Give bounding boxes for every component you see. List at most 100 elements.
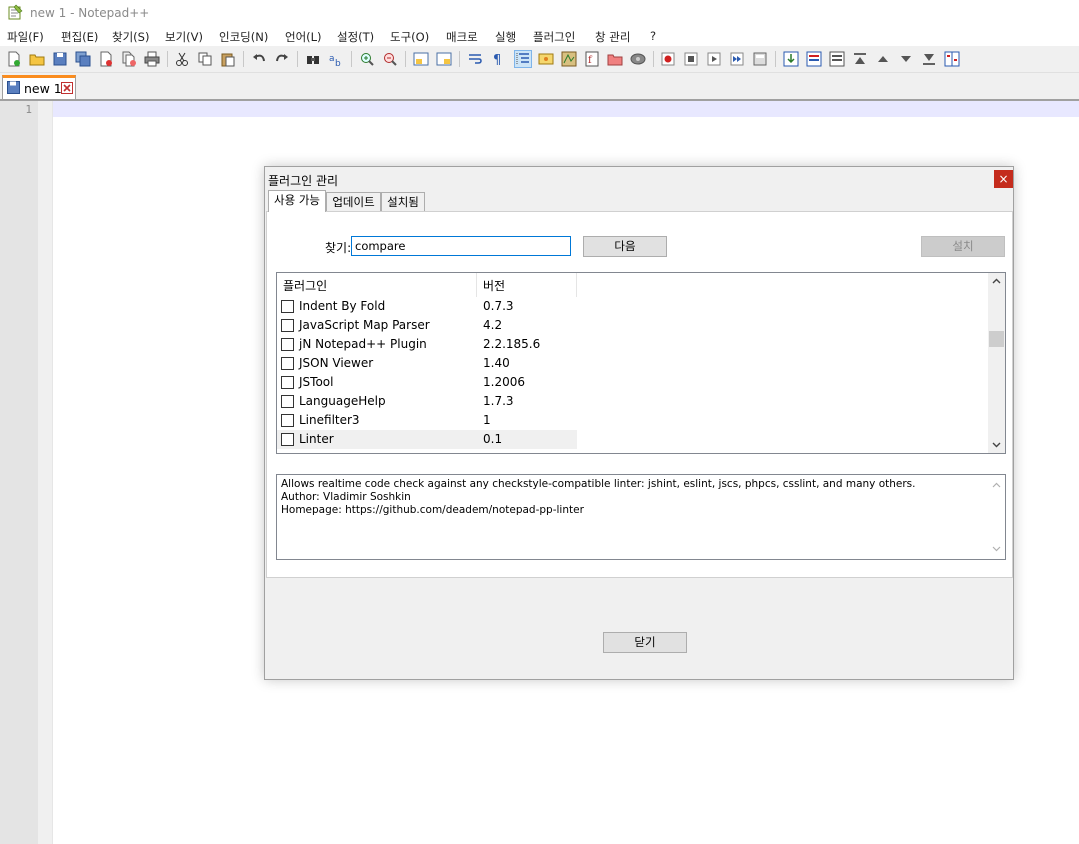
- tab-new-1[interactable]: new 1: [2, 75, 76, 99]
- toolbar-separator: [297, 51, 298, 67]
- cut-icon[interactable]: [174, 51, 190, 67]
- column-divider: [476, 273, 477, 297]
- tab-available[interactable]: 사용 가능: [268, 190, 326, 212]
- plugin-tool-1-icon[interactable]: [783, 51, 799, 67]
- record-macro-icon[interactable]: [660, 51, 676, 67]
- save-macro-icon[interactable]: [752, 51, 768, 67]
- plugin-name: Linter: [299, 432, 334, 446]
- indent-guide-icon[interactable]: [514, 50, 532, 68]
- plugin-name: Linefilter3: [299, 413, 360, 427]
- plugin-tool-3-icon[interactable]: [829, 51, 845, 67]
- plugin-version: 1.2006: [483, 375, 525, 389]
- run-macro-multiple-icon[interactable]: [729, 51, 745, 67]
- plugin-list[interactable]: 플러그인 버전 Indent By Fold 0.7.3 JavaScript …: [276, 272, 1006, 454]
- list-item-selected[interactable]: Linter 0.1: [277, 430, 577, 449]
- save-icon[interactable]: [52, 51, 68, 67]
- dialog-close-icon[interactable]: ×: [994, 170, 1013, 188]
- list-item[interactable]: JSTool 1.2006: [277, 373, 577, 392]
- install-button[interactable]: 설치: [921, 236, 1005, 257]
- tab-updates[interactable]: 업데이트: [326, 192, 381, 212]
- prev-diff-icon[interactable]: [875, 51, 891, 67]
- function-list-icon[interactable]: f: [584, 51, 600, 67]
- close-tab-icon[interactable]: [61, 82, 73, 94]
- paste-icon[interactable]: [220, 51, 236, 67]
- sync-vertical-icon[interactable]: [413, 51, 429, 67]
- close-file-icon[interactable]: [98, 51, 114, 67]
- menu-view[interactable]: 보기(V): [165, 29, 203, 45]
- tab-installed[interactable]: 설치됨: [381, 192, 425, 212]
- scroll-up-icon[interactable]: [988, 273, 1005, 290]
- column-header-plugin[interactable]: 플러그인: [283, 277, 327, 294]
- list-header: 플러그인 버전: [277, 273, 577, 297]
- plugin-checkbox[interactable]: [281, 414, 294, 427]
- plugin-checkbox[interactable]: [281, 319, 294, 332]
- next-button[interactable]: 다음: [583, 236, 667, 257]
- zoom-out-icon[interactable]: [382, 51, 398, 67]
- plugin-name: jN Notepad++ Plugin: [299, 337, 427, 351]
- notepad-app-icon: [8, 4, 23, 20]
- menu-search[interactable]: 찾기(S): [112, 29, 149, 45]
- compare-panel-icon[interactable]: [944, 51, 960, 67]
- menu-window[interactable]: 창 관리: [595, 29, 630, 45]
- column-header-version[interactable]: 버전: [483, 277, 505, 294]
- menu-settings[interactable]: 설정(T): [337, 29, 374, 45]
- plugin-version: 4.2: [483, 318, 503, 332]
- list-item[interactable]: JSON Viewer 1.40: [277, 354, 577, 373]
- plugin-checkbox[interactable]: [281, 338, 294, 351]
- new-file-icon[interactable]: [6, 51, 22, 67]
- line-number-gutter: 1: [0, 101, 38, 844]
- next-diff-icon[interactable]: [898, 51, 914, 67]
- toolbar-separator: [775, 51, 776, 67]
- menu-macro[interactable]: 매크로: [446, 29, 478, 45]
- close-button[interactable]: 닫기: [603, 632, 687, 653]
- plugin-name: Indent By Fold: [299, 299, 386, 313]
- stop-macro-icon[interactable]: [683, 51, 699, 67]
- monitoring-icon[interactable]: [630, 51, 646, 67]
- word-wrap-icon[interactable]: [467, 51, 483, 67]
- plugin-checkbox[interactable]: [281, 300, 294, 313]
- open-file-icon[interactable]: [29, 51, 45, 67]
- scroll-down-icon[interactable]: [988, 436, 1005, 453]
- search-input[interactable]: [351, 236, 571, 256]
- plugin-checkbox[interactable]: [281, 433, 294, 446]
- list-item[interactable]: Indent By Fold 0.7.3: [277, 297, 577, 316]
- scroll-thumb[interactable]: [989, 331, 1004, 347]
- copy-icon[interactable]: [197, 51, 213, 67]
- show-all-chars-icon[interactable]: ¶: [490, 51, 506, 67]
- list-scrollbar[interactable]: [988, 273, 1005, 453]
- menu-plugins[interactable]: 플러그인: [533, 29, 575, 45]
- list-item[interactable]: Linefilter3 1: [277, 411, 577, 430]
- menu-file[interactable]: 파일(F): [7, 29, 44, 45]
- list-item[interactable]: LanguageHelp 1.7.3: [277, 392, 577, 411]
- find-icon[interactable]: [305, 51, 321, 67]
- menu-tools[interactable]: 도구(O): [390, 29, 429, 45]
- doc-map-icon[interactable]: [561, 51, 577, 67]
- user-lang-icon[interactable]: [538, 51, 554, 67]
- last-diff-icon[interactable]: [921, 51, 937, 67]
- redo-icon[interactable]: [274, 51, 290, 67]
- save-all-icon[interactable]: [75, 51, 91, 67]
- list-item[interactable]: jN Notepad++ Plugin 2.2.185.6: [277, 335, 577, 354]
- plugin-checkbox[interactable]: [281, 376, 294, 389]
- replace-icon[interactable]: ab: [328, 51, 344, 67]
- search-label: 찾기:: [325, 241, 352, 255]
- play-macro-icon[interactable]: [706, 51, 722, 67]
- close-all-icon[interactable]: [121, 51, 137, 67]
- first-diff-icon[interactable]: [852, 51, 868, 67]
- tab-label: new 1: [24, 81, 62, 96]
- print-icon[interactable]: [144, 51, 160, 67]
- menu-language[interactable]: 언어(L): [285, 29, 322, 45]
- plugin-tool-2-icon[interactable]: [806, 51, 822, 67]
- menu-edit[interactable]: 편집(E): [61, 29, 98, 45]
- zoom-in-icon[interactable]: [359, 51, 375, 67]
- menu-encoding[interactable]: 인코딩(N): [219, 29, 268, 45]
- menu-help[interactable]: ?: [650, 29, 656, 43]
- description-scrollbar[interactable]: [988, 475, 1005, 559]
- menu-run[interactable]: 실행: [495, 29, 516, 45]
- folder-workspace-icon[interactable]: [607, 51, 623, 67]
- list-item[interactable]: JavaScript Map Parser 4.2: [277, 316, 577, 335]
- plugin-checkbox[interactable]: [281, 357, 294, 370]
- plugin-checkbox[interactable]: [281, 395, 294, 408]
- undo-icon[interactable]: [251, 51, 267, 67]
- sync-horizontal-icon[interactable]: [436, 51, 452, 67]
